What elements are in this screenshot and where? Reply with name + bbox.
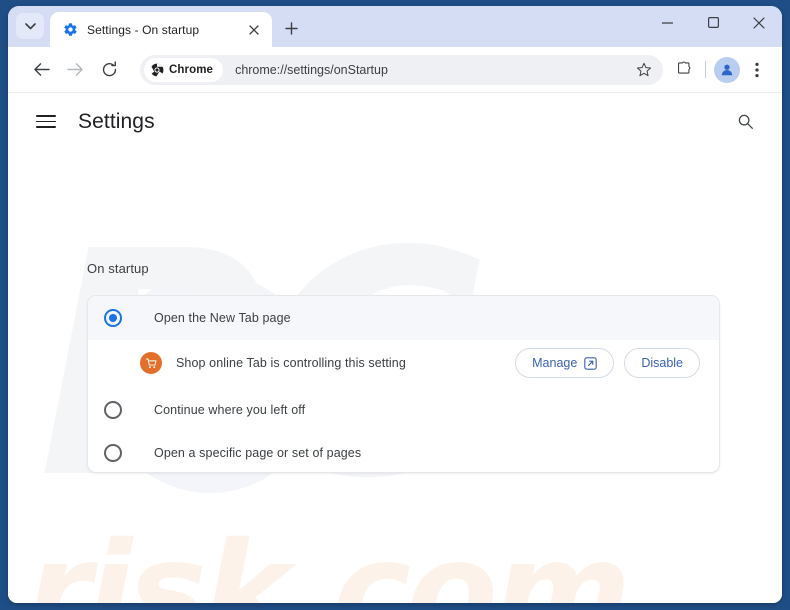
profile-button[interactable]	[714, 56, 740, 83]
profile-avatar-icon	[721, 64, 733, 75]
address-bar[interactable]: Chrome chrome://settings/onStartup	[140, 54, 663, 85]
tab-close-button[interactable]	[244, 20, 264, 40]
minimize-window-button[interactable]	[644, 6, 690, 39]
new-tab-button[interactable]	[278, 15, 304, 41]
forward-button[interactable]	[60, 55, 90, 85]
startup-option-label: Open a specific page or set of pages	[154, 445, 362, 460]
chrome-logo-icon	[150, 63, 164, 76]
chrome-origin-chip: Chrome	[144, 57, 224, 82]
watermark-risk: risk.com	[26, 514, 631, 603]
close-icon	[249, 24, 259, 35]
manage-button[interactable]: Manage	[515, 348, 615, 378]
radio-continue-where-left-off[interactable]	[104, 401, 122, 419]
maximize-window-button[interactable]	[690, 6, 736, 39]
hamburger-menu-icon[interactable]	[36, 112, 56, 132]
close-icon	[753, 16, 765, 29]
browser-menu-button[interactable]	[742, 55, 772, 85]
bookmark-button[interactable]	[631, 57, 657, 83]
startup-option-label: Continue where you left off	[154, 403, 306, 417]
startup-option-continue[interactable]: Continue where you left off	[88, 388, 719, 432]
close-window-button[interactable]	[736, 6, 782, 39]
search-settings-button[interactable]	[730, 107, 760, 137]
tab-search-button[interactable]	[16, 13, 44, 39]
section-title: On startup	[87, 261, 149, 276]
shopping-cart-extension-icon	[140, 352, 162, 374]
startup-option-label: Open the New Tab page	[154, 311, 291, 325]
chrome-chip-label: Chrome	[169, 63, 214, 76]
startup-option-specific-page[interactable]: Open a specific page or set of pages	[88, 432, 719, 472]
browser-tab[interactable]: Settings - On startup	[50, 12, 272, 47]
bookmark-star-icon	[636, 62, 652, 76]
settings-page: PC risk.com Settings On startup Open the…	[8, 92, 782, 603]
url-text: chrome://settings/onStartup	[235, 62, 388, 77]
disable-button-label: Disable	[641, 356, 683, 370]
open-in-new-icon	[584, 356, 598, 370]
settings-gear-icon	[62, 22, 78, 38]
arrow-back-icon	[33, 63, 50, 76]
plus-icon	[284, 21, 298, 35]
page-title: Settings	[78, 109, 155, 133]
tab-strip: Settings - On startup	[8, 6, 782, 47]
extensions-button[interactable]	[669, 55, 699, 85]
search-icon	[738, 114, 753, 129]
minimize-icon	[661, 21, 673, 24]
back-button[interactable]	[26, 55, 56, 85]
radio-specific-pages[interactable]	[104, 443, 122, 462]
toolbar-divider	[705, 61, 706, 78]
manage-button-label: Manage	[532, 356, 578, 370]
maximize-icon	[707, 17, 719, 28]
extension-control-notice: Shop online Tab is controlling this sett…	[88, 340, 719, 386]
tab-title: Settings - On startup	[87, 22, 200, 37]
browser-toolbar: Chrome chrome://settings/onStartup	[8, 47, 782, 92]
window-controls	[644, 6, 782, 47]
browser-window: Settings - On startup Chrome chrome://se…	[8, 6, 782, 603]
reload-button[interactable]	[94, 55, 124, 85]
on-startup-options-card: Open the New Tab page Shop online Tab is…	[87, 295, 720, 473]
three-dot-menu-icon	[755, 62, 759, 77]
reload-icon	[102, 61, 116, 77]
chevron-down-icon	[24, 22, 36, 29]
radio-new-tab[interactable]	[104, 309, 122, 327]
startup-option-new-tab[interactable]: Open the New Tab page	[88, 296, 719, 340]
extension-control-text: Shop online Tab is controlling this sett…	[176, 356, 406, 370]
settings-header: Settings	[8, 93, 782, 150]
disable-button[interactable]: Disable	[624, 348, 700, 378]
extension-actions: Manage Disable	[515, 348, 700, 378]
extensions-puzzle-icon	[677, 61, 690, 74]
arrow-forward-icon	[66, 63, 83, 76]
